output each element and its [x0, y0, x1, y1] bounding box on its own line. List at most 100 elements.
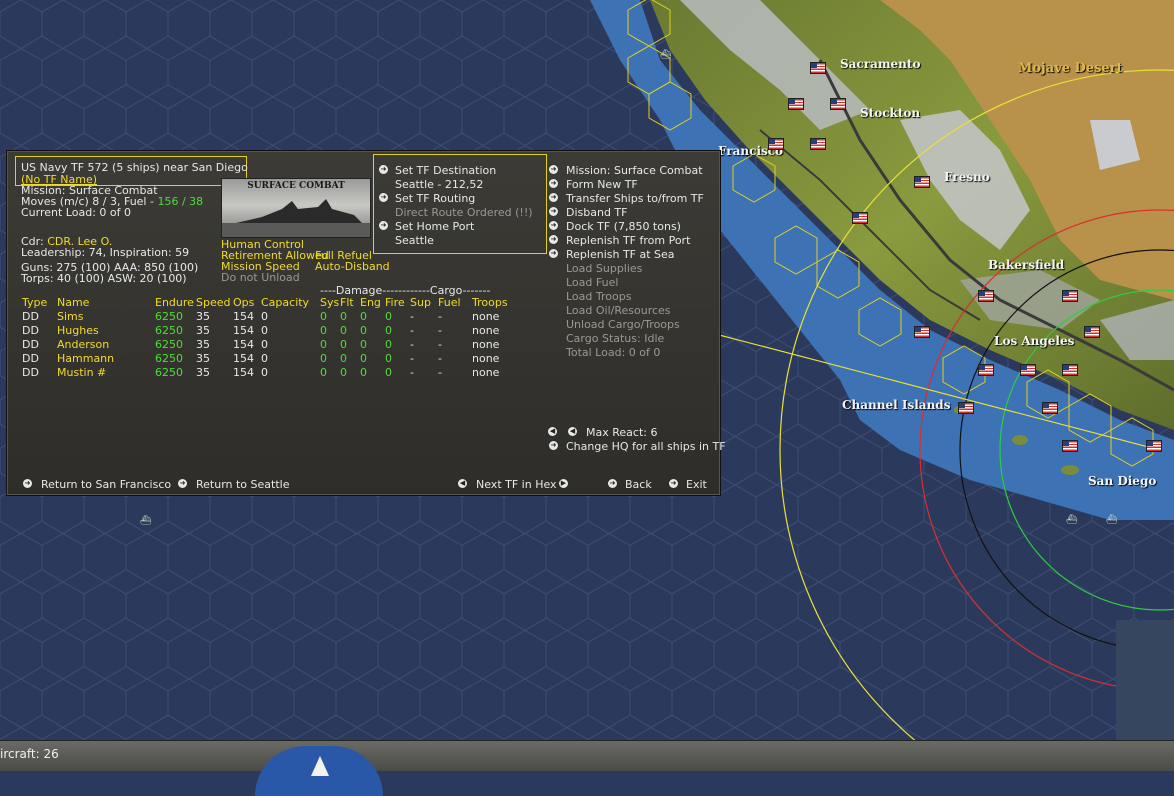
col-endure[interactable]: Endure — [155, 296, 194, 310]
col-flt[interactable]: Flt — [340, 296, 354, 310]
col-fuel[interactable]: Fuel — [438, 296, 461, 310]
cell-type: DD — [22, 352, 39, 365]
col-fire[interactable]: Fire — [385, 296, 405, 310]
max-react[interactable]: Max React: 6 — [586, 426, 657, 440]
arrow-right-icon[interactable]: ➜ — [608, 479, 617, 488]
table-row[interactable]: DD Mustin #6250 35 154 0 0 0 0 0- - none — [7, 366, 547, 380]
unit-flag-marker[interactable] — [1020, 364, 1036, 376]
col-sys[interactable]: Sys — [320, 296, 339, 310]
arrow-right-icon[interactable]: ➜ — [549, 193, 558, 202]
arrow-right-icon[interactable]: ➜ — [549, 179, 558, 188]
unit-flag-marker[interactable] — [810, 62, 826, 74]
cell-name[interactable]: Sims — [57, 310, 84, 324]
cmd-replenish-port[interactable]: Replenish TF from Port — [566, 234, 690, 248]
unit-flag-marker[interactable] — [958, 402, 974, 414]
tf-fuel-value: 156 / 38 — [157, 195, 204, 208]
cell-eng: 0 — [360, 352, 367, 365]
table-row[interactable]: DD Sims 6250 35 154 0 0 0 0 0- - none — [7, 310, 547, 324]
table-row[interactable]: DD Hammann 6250 35 154 0 0 0 0 0- - none — [7, 352, 547, 366]
col-type[interactable]: Type — [22, 296, 47, 310]
unit-flag-marker[interactable] — [914, 326, 930, 338]
return-san-francisco-button[interactable]: Return to San Francisco — [41, 478, 171, 492]
table-row[interactable]: DD Hughes 6250 35 154 0 0 0 0 0- - none — [7, 324, 547, 338]
unit-flag-marker[interactable] — [914, 176, 930, 188]
arrow-right-icon[interactable]: ➜ — [549, 441, 558, 450]
arrow-right-icon[interactable]: ➜ — [23, 479, 32, 488]
cell-troops: none — [472, 324, 500, 337]
cell-sup: - — [410, 366, 414, 379]
unit-flag-marker[interactable] — [788, 98, 804, 110]
ship-icon[interactable]: ⛴ — [140, 516, 151, 526]
arrow-right-icon[interactable]: ▶ — [559, 479, 568, 488]
cmd-disband-tf[interactable]: Disband TF — [566, 206, 627, 220]
unit-flag-marker[interactable] — [1062, 364, 1078, 376]
arrow-right-icon[interactable]: ➜ — [379, 221, 388, 230]
col-eng[interactable]: Eng — [360, 296, 381, 310]
set-tf-destination[interactable]: Set TF Destination — [395, 164, 496, 178]
ship-icon[interactable]: ⛴ — [1066, 515, 1077, 525]
unit-flag-marker[interactable] — [852, 212, 868, 224]
unit-flag-marker[interactable] — [1146, 440, 1162, 452]
col-sup[interactable]: Sup — [410, 296, 431, 310]
unit-flag-marker[interactable] — [1042, 402, 1058, 414]
col-speed[interactable]: Speed — [196, 296, 230, 310]
set-tf-routing[interactable]: Set TF Routing — [395, 192, 475, 206]
cmd-replenish-sea[interactable]: Replenish TF at Sea — [566, 248, 675, 262]
col-ops[interactable]: Ops — [233, 296, 254, 310]
speaker-icon[interactable]: ◀ — [548, 427, 557, 436]
cell-ops: 154 — [233, 324, 254, 337]
opt-do-not-unload[interactable]: Do not Unload — [221, 271, 300, 285]
arrow-right-icon[interactable]: ➜ — [549, 249, 558, 258]
unit-flag-marker[interactable] — [1084, 326, 1100, 338]
return-seattle-button[interactable]: Return to Seattle — [196, 478, 289, 492]
table-row[interactable]: DD Anderson 6250 35 154 0 0 0 0 0- - none — [7, 338, 547, 352]
cell-eng: 0 — [360, 310, 367, 323]
unit-flag-marker[interactable] — [810, 138, 826, 150]
unit-flag-marker[interactable] — [768, 138, 784, 150]
change-hq[interactable]: Change HQ for all ships in TF — [566, 440, 726, 454]
exit-button[interactable]: Exit — [686, 478, 707, 492]
col-troops[interactable]: Troops — [472, 296, 508, 310]
map-label-stockton: Stockton — [860, 106, 921, 120]
unit-flag-marker[interactable] — [830, 98, 846, 110]
col-capacity[interactable]: Capacity — [261, 296, 309, 310]
cmd-mission[interactable]: Mission: Surface Combat — [566, 164, 703, 178]
arrow-right-icon[interactable]: ➜ — [379, 193, 388, 202]
cell-capacity: 0 — [261, 352, 268, 365]
cell-sys: 0 — [320, 338, 327, 351]
opt-auto-disband[interactable]: Auto-Disband — [315, 260, 390, 274]
cell-sup: - — [410, 352, 414, 365]
cmd-transfer-ships[interactable]: Transfer Ships to/from TF — [566, 192, 704, 206]
cell-flt: 0 — [340, 366, 347, 379]
compass-icon[interactable] — [255, 746, 383, 796]
cell-name[interactable]: Anderson — [57, 338, 109, 352]
arrow-right-icon[interactable]: ➜ — [549, 235, 558, 244]
arrow-right-icon[interactable]: ➜ — [669, 479, 678, 488]
cell-capacity: 0 — [261, 310, 268, 323]
ship-icon[interactable]: ⛴ — [1106, 515, 1117, 525]
set-home-port[interactable]: Set Home Port — [395, 220, 474, 234]
arrow-right-icon[interactable]: ➜ — [549, 221, 558, 230]
arrow-right-icon[interactable]: ➜ — [549, 207, 558, 216]
cmd-dock-tf[interactable]: Dock TF (7,850 tons) — [566, 220, 681, 234]
col-name[interactable]: Name — [57, 296, 89, 310]
cell-speed: 35 — [196, 366, 210, 379]
cmd-load-supplies: Load Supplies — [566, 262, 643, 275]
unit-flag-marker[interactable] — [978, 364, 994, 376]
arrow-right-icon[interactable]: ➜ — [178, 479, 187, 488]
arrow-left-icon[interactable]: ◀ — [458, 479, 467, 488]
arrow-left-icon[interactable]: ◀ — [568, 427, 577, 436]
cell-name[interactable]: Hughes — [57, 324, 99, 338]
cell-type: DD — [22, 338, 39, 351]
back-button[interactable]: Back — [625, 478, 652, 492]
cmd-form-new-tf[interactable]: Form New TF — [566, 178, 638, 192]
ship-icon[interactable]: ⛴ — [660, 50, 671, 60]
unit-flag-marker[interactable] — [1062, 440, 1078, 452]
arrow-right-icon[interactable]: ➜ — [549, 165, 558, 174]
arrow-right-icon[interactable]: ➜ — [379, 165, 388, 174]
unit-flag-marker[interactable] — [978, 290, 994, 302]
cell-name[interactable]: Mustin # — [57, 366, 106, 380]
next-tf-in-hex-button[interactable]: Next TF in Hex — [476, 478, 557, 492]
cell-name[interactable]: Hammann — [57, 352, 114, 366]
unit-flag-marker[interactable] — [1062, 290, 1078, 302]
